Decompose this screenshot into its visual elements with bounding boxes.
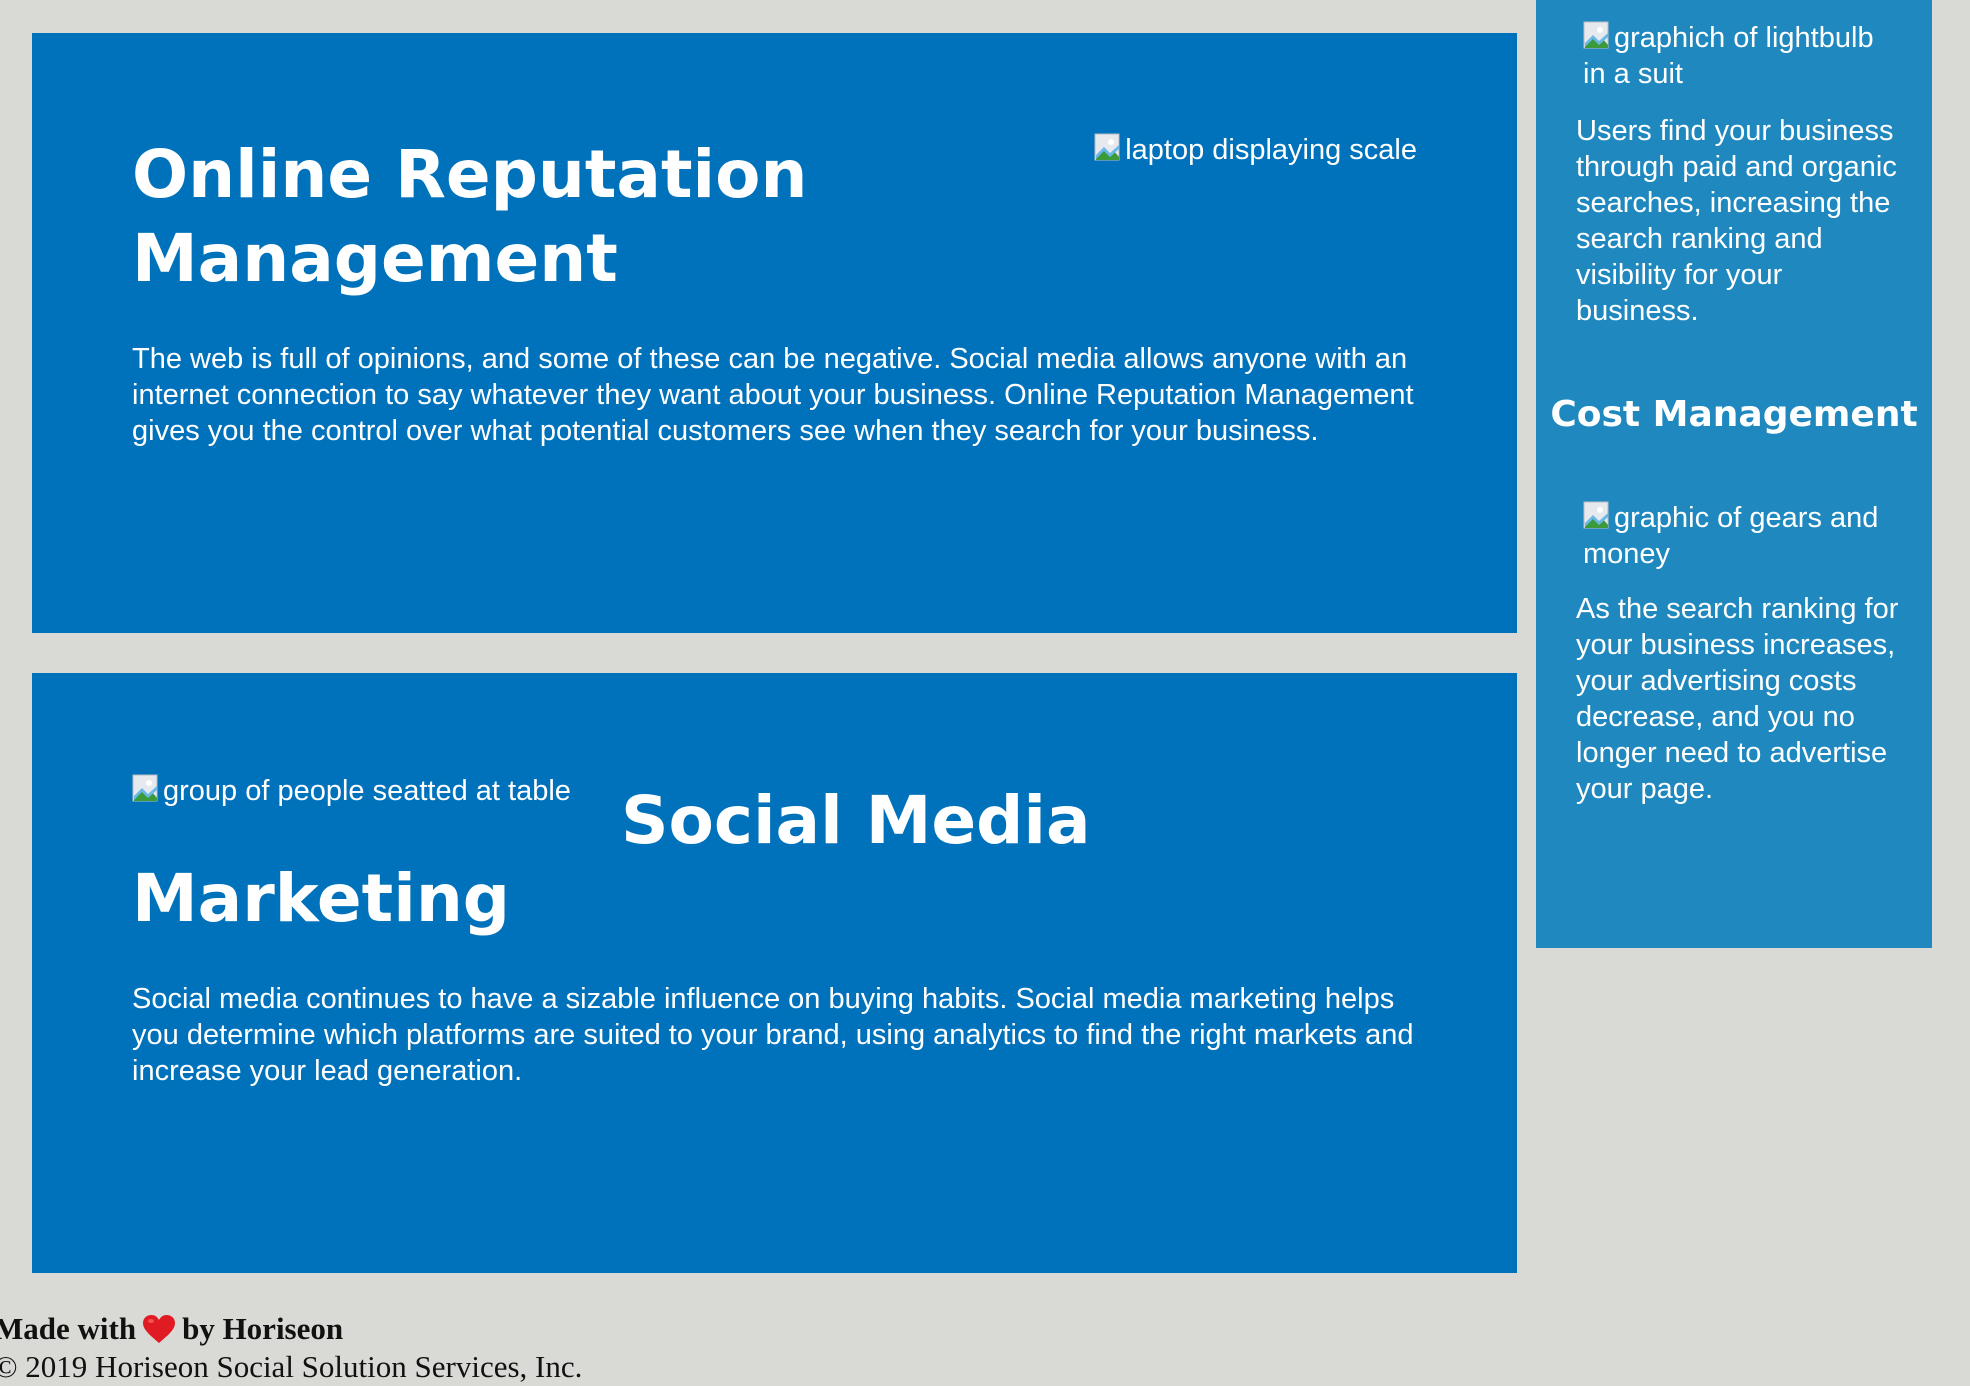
laptop-image-alt: laptop displaying scale: [1125, 134, 1417, 166]
lead-gen-body: Users find your business through paid an…: [1576, 115, 1897, 327]
made-with-line: Made with by Horiseon: [0, 1310, 582, 1348]
copyright: © 2019 Horiseon Social Solution Services…: [0, 1349, 583, 1384]
smm-body: Social media continues to have a sizable…: [132, 983, 1414, 1087]
people-image-alt: group of people seatted at table: [163, 775, 571, 807]
footer: Made with by Horiseon © 2019 Horiseon So…: [0, 1310, 582, 1386]
sidebar: graphich of lightbulb in a suit Users fi…: [1536, 0, 1932, 948]
cost-management-heading: Cost Management: [1550, 394, 1918, 435]
lightbulb-image: graphich of lightbulb in a suit: [1583, 20, 1893, 92]
orm-body: The web is full of opinions, and some of…: [132, 343, 1414, 447]
smm-heading-part1: Social Media: [620, 782, 1091, 859]
smm-heading-part2: Marketing: [132, 860, 511, 937]
gears-money-image: graphic of gears and money: [1583, 500, 1893, 572]
broken-image-icon: [1583, 21, 1609, 49]
lightbulb-image-alt: graphich of lightbulb in a suit: [1583, 22, 1874, 90]
gears-money-image-alt: graphic of gears and money: [1583, 502, 1879, 570]
made-with-prefix: Made with: [0, 1311, 137, 1346]
gears-money-image-alt-wrap: graphic of gears and money: [1583, 500, 1893, 572]
broken-image-icon: [1583, 501, 1609, 529]
broken-image-icon: [1094, 133, 1120, 161]
made-with-suffix: by Horiseon: [182, 1311, 344, 1346]
cost-management-body: As the search ranking for your business …: [1576, 593, 1899, 805]
smm-heading-row: group of people seatted at table Social …: [132, 773, 1417, 859]
orm-heading: Online Reputation Management: [132, 136, 808, 297]
section-online-reputation-management: laptop displaying scale Online Reputatio…: [32, 33, 1517, 633]
broken-image-icon: [132, 774, 158, 802]
lightbulb-image-alt-wrap: graphich of lightbulb in a suit: [1583, 20, 1893, 92]
section-social-media-marketing: group of people seatted at table Social …: [32, 673, 1517, 1273]
heart-icon: [143, 1315, 176, 1343]
people-image: group of people seatted at table: [132, 773, 571, 809]
laptop-image: laptop displaying scale: [1094, 132, 1417, 168]
